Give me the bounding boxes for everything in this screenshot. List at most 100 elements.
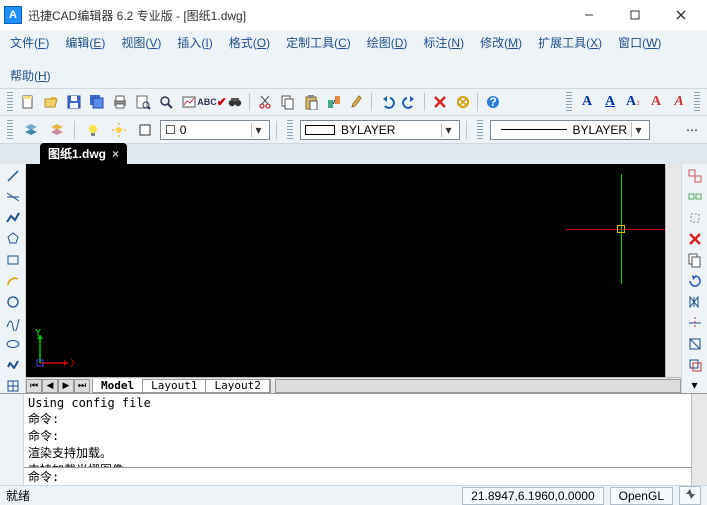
menu-f[interactable]: 文件(F) bbox=[8, 32, 51, 53]
copyclip-icon[interactable] bbox=[684, 251, 706, 269]
linetype-combo[interactable]: BYLAYER ▾ bbox=[300, 120, 460, 140]
layout-tab-layout1[interactable]: Layout1 bbox=[143, 379, 206, 392]
maximize-button[interactable] bbox=[613, 1, 657, 29]
spell-icon[interactable]: ABC✔ bbox=[201, 91, 223, 113]
text-single-icon[interactable]: A bbox=[645, 91, 667, 113]
trim-icon[interactable] bbox=[684, 314, 706, 332]
command-scrollbar[interactable] bbox=[691, 394, 707, 485]
open-icon[interactable] bbox=[40, 91, 62, 113]
polygon-icon[interactable] bbox=[2, 230, 24, 248]
find-icon[interactable] bbox=[155, 91, 177, 113]
vertical-scrollbar[interactable] bbox=[665, 164, 681, 377]
document-tab[interactable]: 图纸1.dwg × bbox=[40, 143, 127, 164]
toolbar-overflow-icon[interactable]: ⋯ bbox=[681, 119, 703, 141]
ungroup-icon[interactable] bbox=[684, 188, 706, 206]
group-icon[interactable] bbox=[684, 167, 706, 185]
lineweight-combo[interactable]: BYLAYER ▾ bbox=[490, 120, 650, 140]
toolbar-grip[interactable] bbox=[477, 120, 483, 140]
bulb-icon[interactable] bbox=[82, 119, 104, 141]
arc-icon[interactable] bbox=[2, 272, 24, 290]
command-input[interactable] bbox=[63, 468, 691, 485]
copy-icon[interactable] bbox=[277, 91, 299, 113]
offset-icon[interactable] bbox=[684, 356, 706, 374]
delete-icon[interactable] bbox=[429, 91, 451, 113]
menu-c[interactable]: 定制工具(C) bbox=[284, 32, 353, 53]
matchprop-icon[interactable] bbox=[323, 91, 345, 113]
menu-h[interactable]: 帮助(H) bbox=[8, 65, 53, 86]
toolbar-grip[interactable] bbox=[566, 92, 572, 112]
svg-text:?: ? bbox=[489, 95, 496, 109]
toolbar-grip[interactable] bbox=[287, 120, 293, 140]
binoc-icon[interactable] bbox=[224, 91, 246, 113]
overflow-icon[interactable]: ▾ bbox=[684, 377, 706, 393]
close-button[interactable] bbox=[659, 1, 703, 29]
menu-d[interactable]: 绘图(D) bbox=[365, 32, 410, 53]
preview-icon[interactable] bbox=[132, 91, 154, 113]
purge-icon[interactable] bbox=[452, 91, 474, 113]
toolbar-grip[interactable] bbox=[7, 120, 13, 140]
command-grip[interactable] bbox=[0, 394, 24, 485]
cut-icon[interactable] bbox=[254, 91, 276, 113]
text-ah-icon[interactable]: A↕ bbox=[622, 91, 644, 113]
toolbar-grip[interactable] bbox=[694, 92, 700, 112]
text-a-icon[interactable]: A bbox=[576, 91, 598, 113]
draw-toolbar bbox=[0, 164, 26, 393]
minimize-button[interactable] bbox=[567, 1, 611, 29]
tab-last-icon[interactable]: ⏭ bbox=[74, 379, 90, 393]
horizontal-scrollbar[interactable] bbox=[275, 379, 681, 393]
color-swatch-icon[interactable] bbox=[134, 119, 156, 141]
pick-box bbox=[617, 225, 625, 233]
linetype-label: BYLAYER bbox=[341, 123, 395, 137]
rect-icon[interactable] bbox=[2, 251, 24, 269]
save-icon[interactable] bbox=[63, 91, 85, 113]
menu-n[interactable]: 标注(N) bbox=[421, 32, 466, 53]
circle-icon[interactable] bbox=[2, 293, 24, 311]
layout-tab-bar: ⏮ ◀ ▶ ⏭ ModelLayout1Layout2 bbox=[26, 377, 681, 393]
layer-combo[interactable]: ☐0 ▾ bbox=[160, 120, 270, 140]
spline-icon[interactable] bbox=[2, 314, 24, 332]
status-coords: 21.8947,6.1960,0.0000 bbox=[462, 487, 603, 505]
tab-first-icon[interactable]: ⏮ bbox=[26, 379, 42, 393]
tab-next-icon[interactable]: ▶ bbox=[58, 379, 74, 393]
menu-o[interactable]: 格式(O) bbox=[227, 32, 272, 53]
delete-r-icon[interactable] bbox=[684, 230, 706, 248]
line-tool-icon[interactable] bbox=[2, 167, 24, 185]
command-log: Using config file命令:命令:渲染支持加载。支持加载光栅图像。 bbox=[24, 394, 691, 468]
menu-x[interactable]: 扩展工具(X) bbox=[536, 32, 604, 53]
extend-icon[interactable] bbox=[684, 335, 706, 353]
status-compass-icon[interactable] bbox=[679, 486, 701, 505]
layer-iso-icon[interactable] bbox=[46, 119, 68, 141]
text-au-icon[interactable]: A bbox=[599, 91, 621, 113]
text-multi-icon[interactable]: A bbox=[668, 91, 690, 113]
layers-icon[interactable] bbox=[20, 119, 42, 141]
rotate-icon[interactable] bbox=[684, 272, 706, 290]
sun-icon[interactable] bbox=[108, 119, 130, 141]
menu-v[interactable]: 视图(V) bbox=[119, 32, 163, 53]
undo-icon[interactable] bbox=[376, 91, 398, 113]
print-icon[interactable] bbox=[109, 91, 131, 113]
standard-toolbar: ABC✔ ? A A A↕ A A bbox=[0, 89, 707, 116]
command-prompt: 命令: bbox=[24, 468, 63, 485]
drawing-canvas[interactable]: X Y bbox=[26, 164, 681, 377]
tab-prev-icon[interactable]: ◀ bbox=[42, 379, 58, 393]
xline-icon[interactable] bbox=[2, 188, 24, 206]
close-icon[interactable]: × bbox=[112, 147, 119, 161]
toolbar-grip[interactable] bbox=[7, 92, 13, 112]
help-icon[interactable]: ? bbox=[482, 91, 504, 113]
menu-e[interactable]: 编辑(E) bbox=[63, 32, 107, 53]
redo-icon[interactable] bbox=[399, 91, 421, 113]
explode-icon[interactable] bbox=[684, 209, 706, 227]
pline-icon[interactable] bbox=[2, 209, 24, 227]
layout-tab-layout2[interactable]: Layout2 bbox=[206, 379, 269, 392]
menu-i[interactable]: 插入(I) bbox=[175, 32, 214, 53]
menu-m[interactable]: 修改(M) bbox=[478, 32, 524, 53]
revcloud-icon[interactable] bbox=[2, 356, 24, 374]
layout-tab-model[interactable]: Model bbox=[93, 379, 143, 392]
menu-w[interactable]: 窗口(W) bbox=[616, 32, 663, 53]
saveall-icon[interactable] bbox=[86, 91, 108, 113]
paste-icon[interactable] bbox=[300, 91, 322, 113]
new-icon[interactable] bbox=[17, 91, 39, 113]
brush-icon[interactable] bbox=[346, 91, 368, 113]
ellipse-icon[interactable] bbox=[2, 335, 24, 353]
mirror-icon[interactable] bbox=[684, 293, 706, 311]
